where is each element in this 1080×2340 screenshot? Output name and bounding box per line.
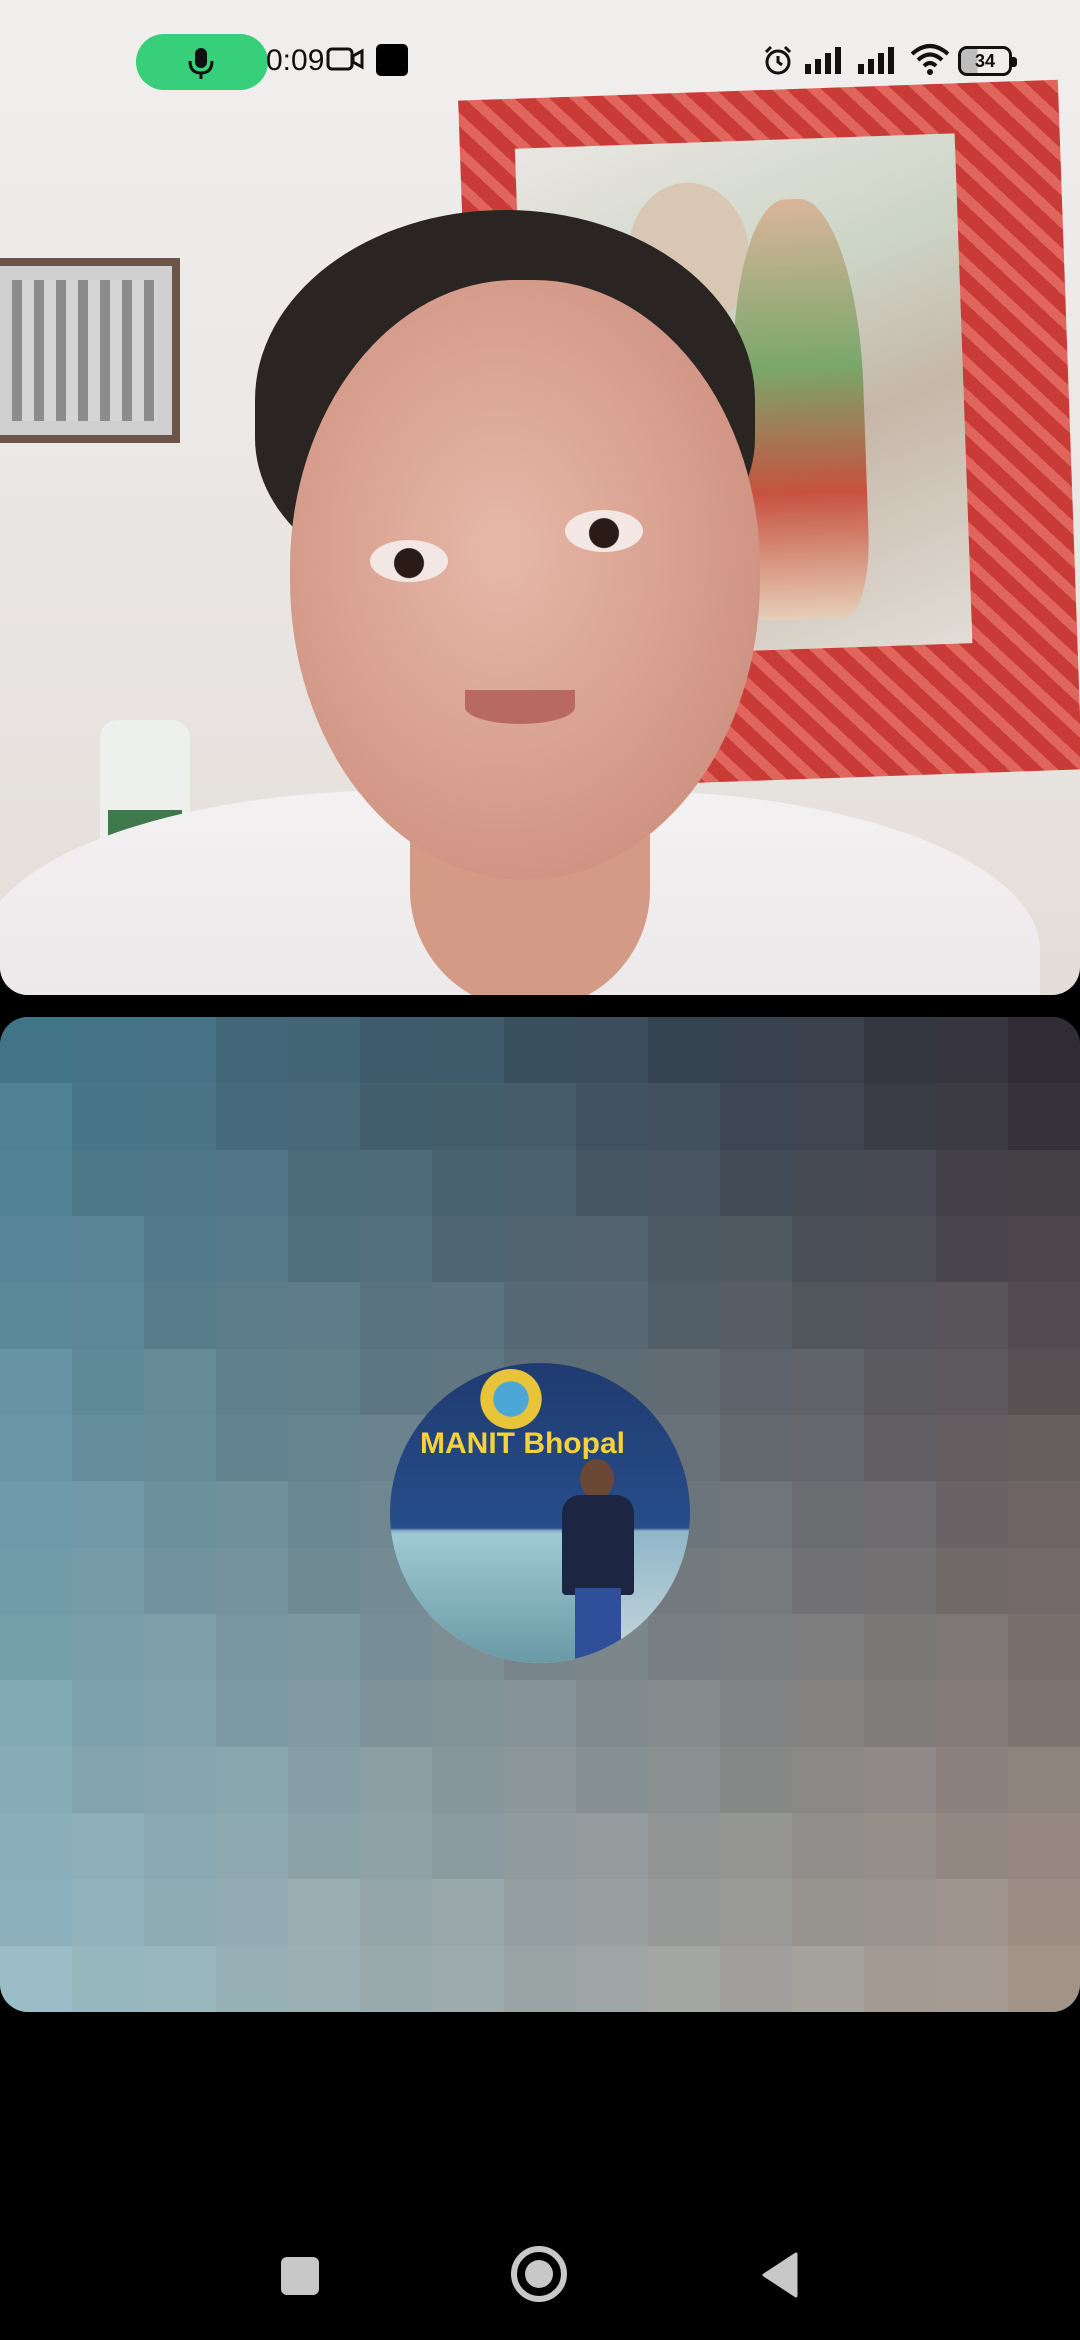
avatar-sign-text: MANIT Bhopal <box>420 1427 625 1460</box>
alarm-icon <box>764 45 792 75</box>
home-button[interactable] <box>511 2246 567 2302</box>
status-time: 0:09 <box>266 44 325 77</box>
remote-video-feed[interactable] <box>0 0 1080 995</box>
microphone-icon <box>188 48 214 79</box>
signal-icon <box>858 47 894 74</box>
college-logo-icon <box>480 1369 542 1429</box>
battery-icon: 34 <box>958 46 1017 76</box>
remote-participant <box>0 210 1040 995</box>
avatar: MANIT Bhopal <box>390 1363 690 1663</box>
square-icon <box>376 44 408 76</box>
recents-button[interactable] <box>281 2257 319 2295</box>
signal-icon <box>805 47 841 74</box>
active-mic-indicator[interactable] <box>136 34 268 90</box>
navigation-bar <box>0 2190 1080 2340</box>
status-bar: 0:09 34 <box>0 0 1080 124</box>
wifi-icon <box>910 44 950 75</box>
back-button[interactable] <box>760 2252 800 2298</box>
camera-icon <box>326 47 364 71</box>
